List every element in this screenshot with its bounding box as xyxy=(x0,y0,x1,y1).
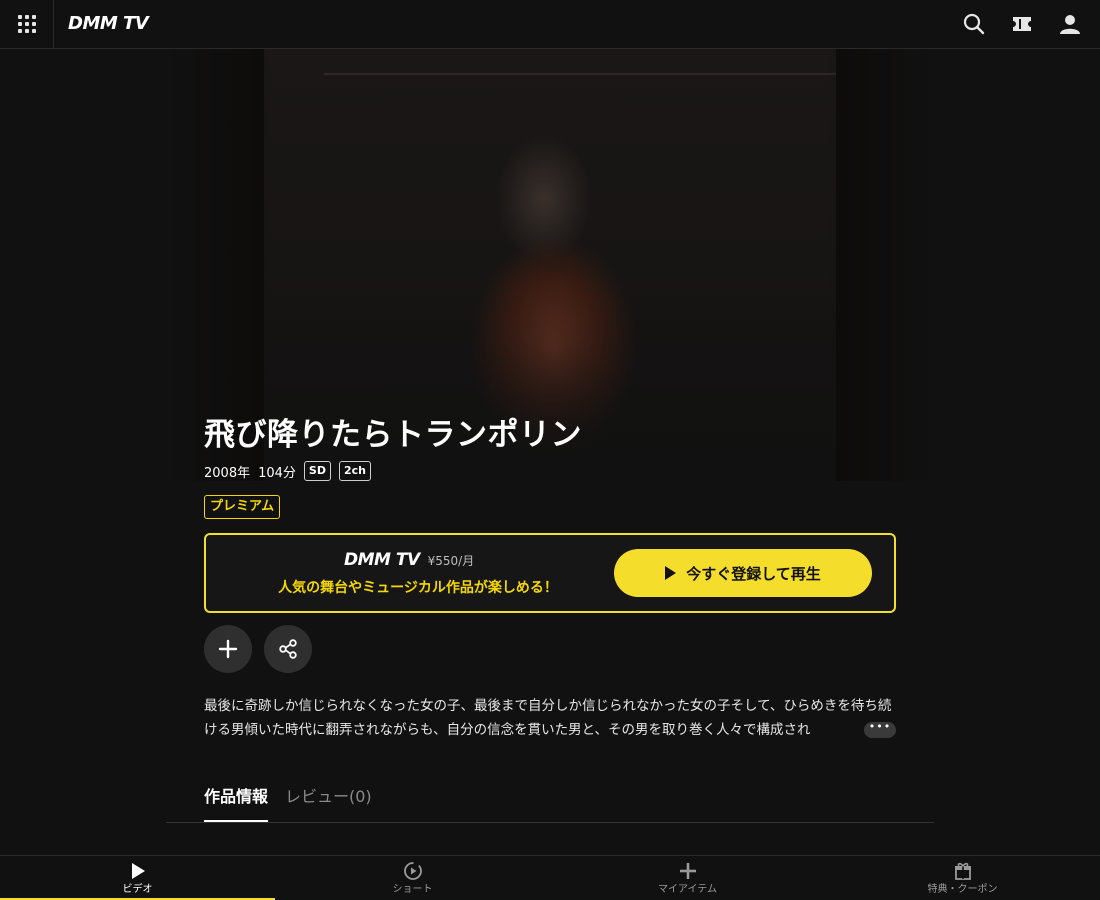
play-icon xyxy=(665,566,677,580)
share-button[interactable] xyxy=(264,625,312,673)
short-play-icon xyxy=(402,861,424,881)
share-icon xyxy=(279,639,297,659)
plus-icon xyxy=(678,861,698,881)
tab-review[interactable]: レビュー(0) xyxy=(285,786,372,808)
plus-icon xyxy=(218,639,238,659)
page-title: 飛び降りたらトランポリン xyxy=(204,417,582,453)
promo-price: ¥550/月 xyxy=(427,554,475,568)
header-actions xyxy=(956,0,1088,48)
nav-item-video[interactable]: ビデオ xyxy=(0,856,275,900)
nav-item-coupons[interactable]: 特典・クーポン xyxy=(825,856,1100,900)
subscribe-play-button[interactable]: 今すぐ登録して再生 xyxy=(614,549,872,597)
duration: 104分 xyxy=(258,465,296,481)
promo-logo: DMM TV xyxy=(344,550,420,570)
nav-item-my-items[interactable]: マイアイテム xyxy=(550,856,825,900)
ticket-button[interactable] xyxy=(1004,6,1040,42)
tab-info[interactable]: 作品情報 xyxy=(204,786,269,822)
account-button[interactable] xyxy=(1052,6,1088,42)
promo-brand: DMM TV ¥550/月 xyxy=(344,550,474,570)
add-to-list-button[interactable] xyxy=(204,625,252,673)
search-button[interactable] xyxy=(956,6,992,42)
menu-button[interactable] xyxy=(0,0,54,48)
search-icon xyxy=(963,13,985,35)
premium-badge: プレミアム xyxy=(204,495,281,519)
nav-label: 特典・クーポン xyxy=(927,884,998,895)
grid-menu-icon xyxy=(17,15,36,33)
nav-label: ショート xyxy=(392,884,433,895)
content-tabs: 作品情報 レビュー(0) xyxy=(166,778,934,823)
description: 最後に奇跡しか信じられなくなった女の子、最後まで自分しか信じられなかった女の子そ… xyxy=(204,698,892,738)
promo-tagline: 人気の舞台やミュージカル作品が楽しめる！ xyxy=(278,580,558,596)
ticket-icon xyxy=(1013,17,1031,31)
play-icon xyxy=(130,861,146,881)
top-header: DMM TV xyxy=(0,0,1100,49)
bottom-nav: ビデオ ショート マイアイテム 特典・クーポン xyxy=(0,855,1100,900)
nav-item-short[interactable]: ショート xyxy=(275,856,550,900)
user-icon xyxy=(1060,15,1080,34)
subscribe-play-label: 今すぐ登録して再生 xyxy=(686,564,821,583)
nav-label: マイアイテム xyxy=(658,884,717,895)
gift-icon xyxy=(953,861,973,881)
nav-label: ビデオ xyxy=(122,884,153,895)
release-year: 2008年 xyxy=(204,465,251,481)
dmm-tv-logo[interactable]: DMM TV xyxy=(68,12,149,36)
quality-badge: SD xyxy=(303,461,331,481)
expand-description-button[interactable]: ••• xyxy=(864,721,896,738)
audio-badge: 2ch xyxy=(338,461,371,481)
subscription-promo: DMM TV ¥550/月 人気の舞台やミュージカル作品が楽しめる！ 今すぐ登録… xyxy=(204,533,896,613)
content-meta: 2008年 104分 SD 2ch xyxy=(204,461,371,481)
